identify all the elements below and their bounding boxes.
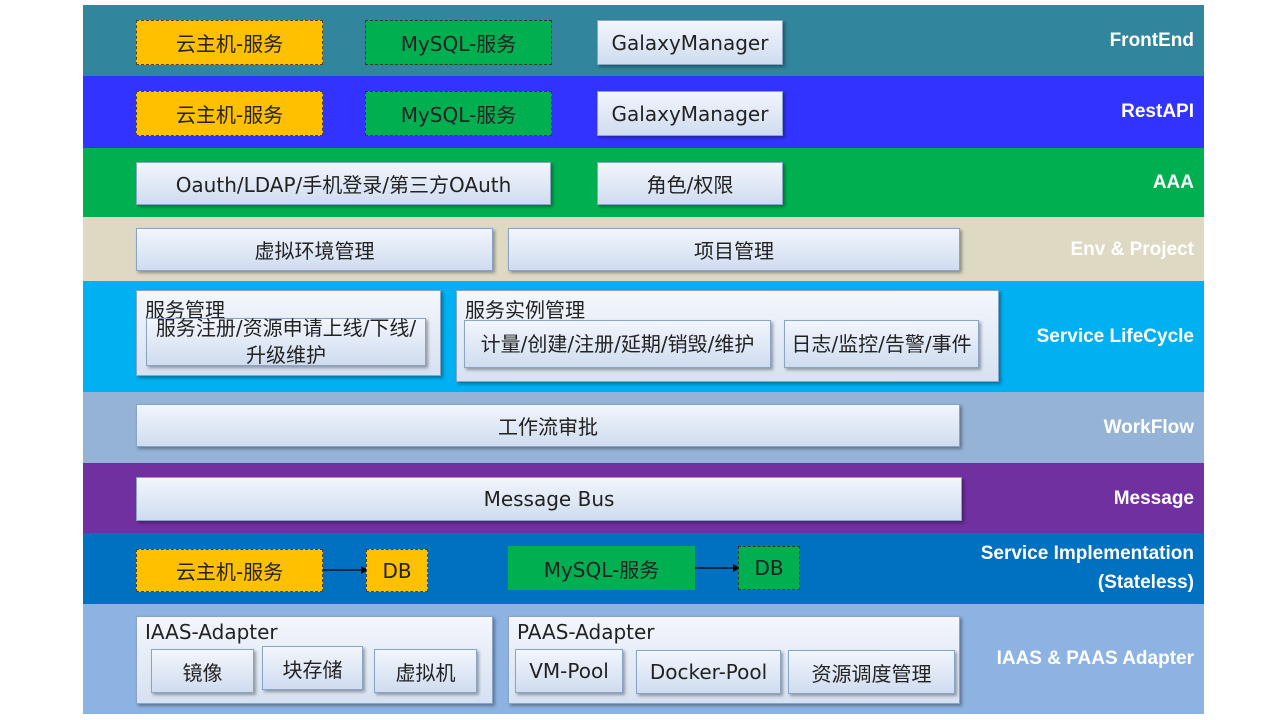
iaas-image: 镜像 xyxy=(151,649,254,693)
iaas-adapter-title: IAAS-Adapter xyxy=(145,620,278,644)
restapi-vm-service: 云主机-服务 xyxy=(136,91,323,136)
layer-label: FrontEnd xyxy=(1109,30,1194,51)
layer-label: Env & Project xyxy=(1070,239,1194,260)
layer-label: Service LifeCycle xyxy=(1036,326,1194,347)
impl-mysql-db: DB xyxy=(738,546,800,590)
instance-monitoring: 日志/监控/告警/事件 xyxy=(784,320,979,368)
layer-label: Message xyxy=(1113,488,1194,509)
layer-label-line1: Service Implementation xyxy=(980,543,1194,564)
aaa-auth-methods: Oauth/LDAP/手机登录/第三方OAuth xyxy=(136,162,551,205)
arrow-icon xyxy=(323,566,368,574)
instance-mgmt-title: 服务实例管理 xyxy=(465,298,585,322)
frontend-mysql-service: MySQL-服务 xyxy=(365,20,552,65)
paas-adapter-title: PAAS-Adapter xyxy=(517,620,655,644)
frontend-galaxy-manager: GalaxyManager xyxy=(597,20,783,65)
impl-vm-db: DB xyxy=(366,549,428,592)
paas-vm-pool: VM-Pool xyxy=(515,649,623,693)
paas-resource-scheduling: 资源调度管理 xyxy=(788,650,955,694)
env-project-mgmt: 项目管理 xyxy=(508,228,960,271)
restapi-galaxy-manager: GalaxyManager xyxy=(597,91,783,136)
layer-label: AAA xyxy=(1152,172,1194,193)
impl-mysql-service: MySQL-服务 xyxy=(508,546,695,590)
restapi-mysql-service: MySQL-服务 xyxy=(365,91,552,136)
layer-label-line2: (Stateless) xyxy=(1097,572,1194,593)
service-registration: 服务注册/资源申请上线/下线/升级维护 xyxy=(146,316,426,367)
arrow-icon xyxy=(695,564,740,572)
impl-vm-service: 云主机-服务 xyxy=(136,549,323,592)
message-bus: Message Bus xyxy=(136,477,962,521)
aaa-roles-permissions: 角色/权限 xyxy=(597,162,783,205)
workflow-approval: 工作流审批 xyxy=(136,404,960,447)
env-virtual-env-mgmt: 虚拟环境管理 xyxy=(136,228,493,271)
layer-label: WorkFlow xyxy=(1103,417,1194,438)
layer-label: RestAPI xyxy=(1121,101,1194,122)
iaas-block-storage: 块存储 xyxy=(262,646,363,690)
layer-label: IAAS & PAAS Adapter xyxy=(996,648,1194,669)
iaas-vm: 虚拟机 xyxy=(374,649,477,693)
paas-docker-pool: Docker-Pool xyxy=(636,650,781,694)
frontend-vm-service: 云主机-服务 xyxy=(136,20,323,65)
instance-lifecycle-ops: 计量/创建/注册/延期/销毁/维护 xyxy=(464,320,771,368)
